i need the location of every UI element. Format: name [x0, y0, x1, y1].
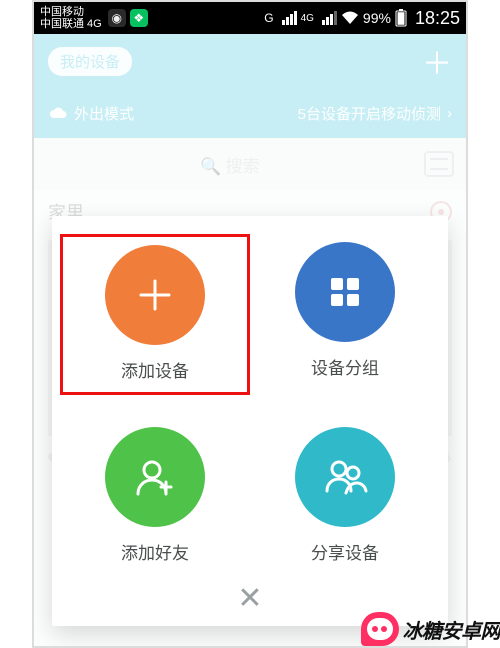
status-bar: 中国移动 中国联通 4G ◉ ❖ G 4G 99% 18:25	[34, 2, 466, 34]
carrier-labels: 中国移动 中国联通 4G	[40, 6, 102, 30]
tile-share-device-label: 分享设备	[311, 539, 379, 564]
share-icon	[295, 427, 395, 527]
tile-add-device-label: 添加设备	[121, 357, 189, 382]
phone-frame: 中国移动 中国联通 4G ◉ ❖ G 4G 99% 18:25 我的设备 ＋	[32, 0, 468, 648]
close-button[interactable]: ✕	[233, 584, 267, 618]
tile-device-group[interactable]: 设备分组	[250, 234, 440, 395]
tile-add-friend-label: 添加好友	[121, 539, 189, 564]
battery-percent: 99%	[363, 10, 391, 26]
net-4g-icon: 4G	[301, 13, 314, 24]
tile-add-friend[interactable]: 添加好友	[60, 419, 250, 574]
watermark: 冰糖安卓网	[361, 612, 500, 646]
status-right: G 4G 99% 18:25	[264, 8, 460, 29]
app-background: 我的设备 ＋ 外出模式 5台设备开启移动侦测 › 🔍搜索 家里	[34, 34, 466, 646]
watermark-logo-icon	[361, 612, 399, 646]
tile-share-device[interactable]: 分享设备	[250, 419, 440, 574]
browser-icon: ◉	[108, 9, 126, 27]
wifi-icon	[341, 11, 359, 25]
net-g-icon: G	[264, 11, 273, 25]
status-app-icons: ◉ ❖	[108, 9, 148, 27]
carrier-1: 中国移动	[40, 6, 102, 18]
carrier-2: 中国联通 4G	[40, 18, 102, 30]
signal-1-icon	[282, 11, 297, 25]
signal-2-icon	[322, 11, 337, 25]
add-menu-modal: 添加设备 设备分组 添加好友	[52, 216, 448, 626]
plus-icon	[105, 245, 205, 345]
grid-icon	[295, 242, 395, 342]
close-icon: ✕	[237, 582, 262, 615]
tile-device-group-label: 设备分组	[311, 354, 379, 379]
clock: 18:25	[415, 8, 460, 29]
battery-icon	[395, 9, 407, 27]
watermark-text: 冰糖安卓网	[403, 615, 500, 644]
tile-add-device[interactable]: 添加设备	[60, 234, 250, 395]
add-friend-icon	[105, 427, 205, 527]
wechat-icon: ❖	[130, 9, 148, 27]
